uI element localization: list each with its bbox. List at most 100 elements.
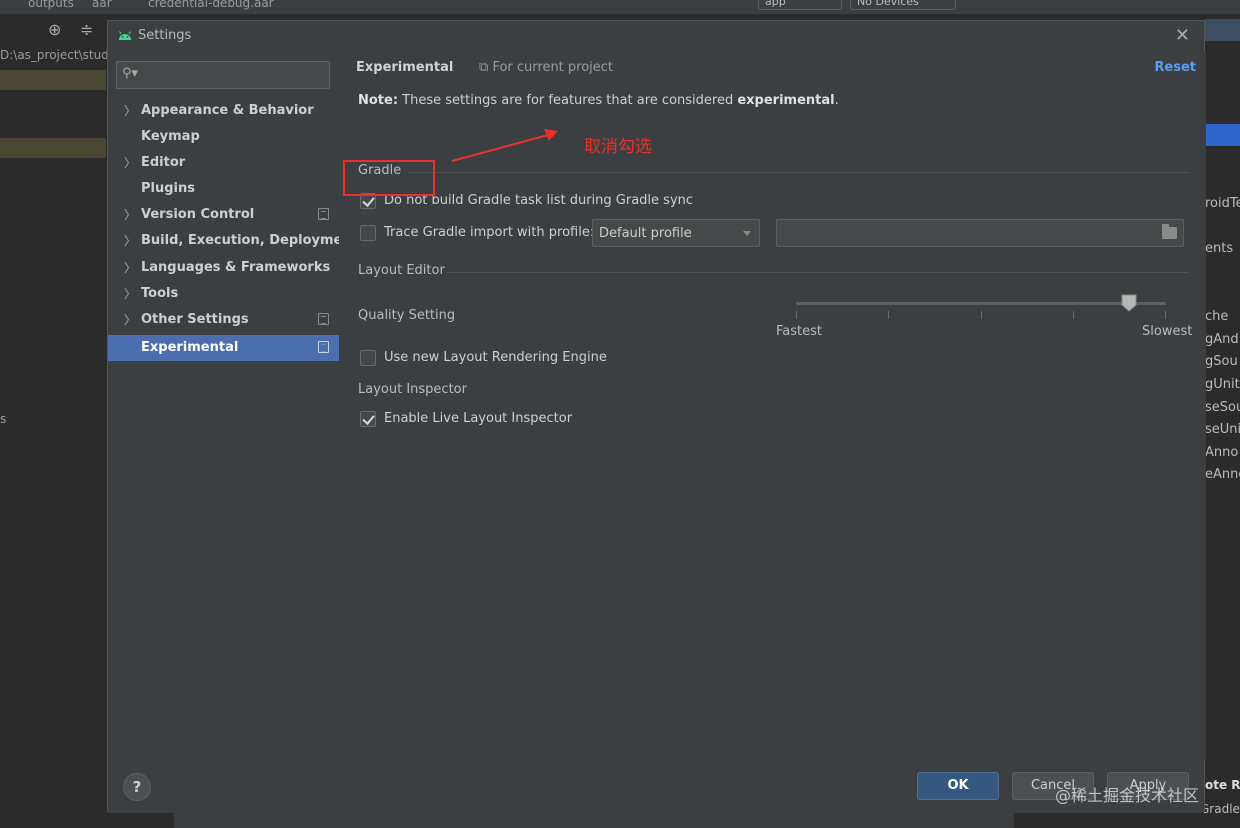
- panel-item[interactable]: seUni: [1205, 422, 1240, 437]
- chevron-right-icon: 〉: [124, 261, 137, 275]
- breadcrumb-aar[interactable]: aar: [92, 0, 112, 10]
- sidebar-item-appearance[interactable]: 〉 Appearance & Behavior: [108, 98, 339, 124]
- ide-fragment: Gradle I: [1200, 802, 1240, 816]
- chevron-right-icon: 〉: [124, 234, 137, 248]
- collapse-icon[interactable]: ≑: [80, 20, 93, 39]
- sidebar-item-tools[interactable]: 〉 Tools: [108, 281, 339, 307]
- panel-item[interactable]: eAnno: [1205, 467, 1240, 482]
- device-selector[interactable]: No Devices: [850, 0, 956, 10]
- sidebar-item-other-settings[interactable]: 〉 Other Settings: [108, 307, 339, 333]
- note-end: .: [834, 93, 839, 108]
- sidebar-item-label: Tools: [141, 286, 179, 301]
- experimental-note: Note: These settings are for features th…: [358, 93, 839, 108]
- sidebar-item-build[interactable]: 〉 Build, Execution, Deployment: [108, 228, 358, 254]
- ide-highlight: [0, 138, 106, 158]
- chevron-right-icon: 〉: [124, 287, 137, 301]
- target-icon[interactable]: ⊕: [48, 20, 61, 39]
- sidebar-item-label: Languages & Frameworks: [141, 260, 331, 275]
- trace-gradle-import-checkbox[interactable]: Trace Gradle import with profile:: [360, 223, 594, 243]
- ide-fragment: ote R: [1205, 778, 1240, 792]
- project-scope-icon: [318, 208, 329, 220]
- page-title: Experimental: [356, 60, 454, 75]
- dialog-titlebar[interactable]: Settings ✕: [108, 21, 1204, 51]
- panel-item[interactable]: che: [1205, 309, 1228, 324]
- section-layout-editor: Layout Editor: [358, 263, 445, 278]
- selected-row: [1205, 124, 1240, 146]
- sidebar-item-label: Experimental: [141, 340, 239, 355]
- annotation-text: 取消勾选: [584, 137, 652, 157]
- section-layout-inspector: Layout Inspector: [358, 382, 467, 397]
- quality-slider-thumb[interactable]: [1121, 294, 1137, 312]
- slider-tick: [981, 311, 982, 319]
- chevron-right-icon: 〉: [124, 156, 137, 170]
- sidebar-item-plugins[interactable]: Plugins: [108, 176, 339, 202]
- help-button[interactable]: ?: [123, 773, 151, 801]
- project-scope-icon: [318, 341, 329, 353]
- project-scope-label: ⧉ For current project: [479, 60, 613, 75]
- live-layout-inspector-checkbox[interactable]: Enable Live Layout Inspector: [360, 409, 590, 429]
- chevron-right-icon: 〉: [124, 104, 137, 118]
- run-config-selector[interactable]: app: [758, 0, 842, 10]
- annotation-arrow: [451, 129, 558, 162]
- panel-header: [1205, 19, 1240, 41]
- panel-item[interactable]: Anno: [1205, 445, 1238, 460]
- quality-slider[interactable]: [796, 302, 1166, 305]
- panel-item[interactable]: roidTe: [1205, 196, 1240, 211]
- sidebar-item-version-control[interactable]: 〉 Version Control: [108, 202, 339, 228]
- android-studio-icon: [119, 31, 131, 40]
- breadcrumb-file[interactable]: credential-debug.aar: [148, 0, 274, 10]
- panel-item[interactable]: gUnit: [1205, 377, 1240, 392]
- chevron-right-icon: 〉: [124, 313, 137, 327]
- checkbox-box[interactable]: [360, 225, 376, 241]
- ide-project-panel: [0, 14, 106, 828]
- ide-fragment: s: [0, 412, 7, 426]
- ide-status-strip: [174, 812, 1014, 828]
- annotation-highlight-box: [343, 160, 435, 196]
- ide-highlight: [0, 70, 106, 90]
- dialog-footer: ? OK Cancel Apply: [108, 759, 1204, 813]
- sidebar-item-experimental[interactable]: Experimental: [108, 335, 339, 361]
- sidebar-item-label: Appearance & Behavior: [141, 103, 314, 118]
- watermark: @稀土掘金技术社区: [1055, 786, 1200, 805]
- slider-tick: [796, 311, 797, 319]
- sidebar-item-keymap[interactable]: Keymap: [108, 124, 339, 150]
- chevron-down-icon: [743, 231, 751, 236]
- slider-tick: [888, 311, 889, 319]
- sidebar-item-label: Plugins: [141, 181, 195, 196]
- section-divider: [447, 272, 1189, 273]
- slider-min-label: Fastest: [776, 324, 822, 339]
- search-icon: ⚲▾: [122, 66, 139, 81]
- project-scope-icon: [318, 313, 329, 325]
- settings-dialog: Settings ✕ ⚲▾ 〉 Appearance & Behavior Ke…: [107, 20, 1206, 813]
- panel-item[interactable]: gAnd: [1205, 332, 1239, 347]
- slider-tick: [1073, 311, 1074, 319]
- breadcrumb-outputs[interactable]: outputs: [28, 0, 74, 10]
- ide-gradle-panel: roidTe ents che gAnd gSou gUnit seSou se…: [1205, 14, 1240, 828]
- sidebar-item-label: Version Control: [141, 207, 255, 222]
- profile-dropdown-value: Default profile: [599, 226, 692, 241]
- checkbox-box[interactable]: [360, 411, 376, 427]
- close-icon[interactable]: ✕: [1175, 25, 1190, 46]
- folder-icon[interactable]: [1162, 224, 1177, 239]
- sidebar-item-editor[interactable]: 〉 Editor: [108, 150, 339, 176]
- reset-link[interactable]: Reset: [1154, 60, 1196, 75]
- dialog-title: Settings: [138, 28, 192, 43]
- panel-item[interactable]: ents: [1205, 241, 1233, 256]
- sidebar-item-label: Other Settings: [141, 312, 249, 327]
- project-scope-icon: ⧉: [479, 60, 489, 75]
- note-bold: experimental: [737, 93, 835, 108]
- slider-max-label: Slowest: [1142, 324, 1193, 339]
- profile-dropdown[interactable]: Default profile: [592, 219, 760, 247]
- checkbox-label: Use new Layout Rendering Engine: [384, 350, 607, 365]
- checkbox-box[interactable]: [360, 350, 376, 366]
- settings-search-input[interactable]: ⚲▾: [116, 61, 330, 89]
- chevron-right-icon: 〉: [124, 208, 137, 222]
- settings-sidebar: ⚲▾ 〉 Appearance & Behavior Keymap 〉 Edit…: [108, 51, 358, 759]
- panel-item[interactable]: gSou: [1205, 354, 1238, 369]
- profile-path-field[interactable]: [776, 219, 1184, 247]
- sidebar-item-label: Keymap: [141, 129, 200, 144]
- sidebar-item-languages[interactable]: 〉 Languages & Frameworks: [108, 255, 339, 281]
- ok-button[interactable]: OK: [917, 772, 999, 800]
- panel-item[interactable]: seSou: [1205, 400, 1240, 415]
- new-layout-engine-checkbox[interactable]: Use new Layout Rendering Engine: [360, 348, 620, 368]
